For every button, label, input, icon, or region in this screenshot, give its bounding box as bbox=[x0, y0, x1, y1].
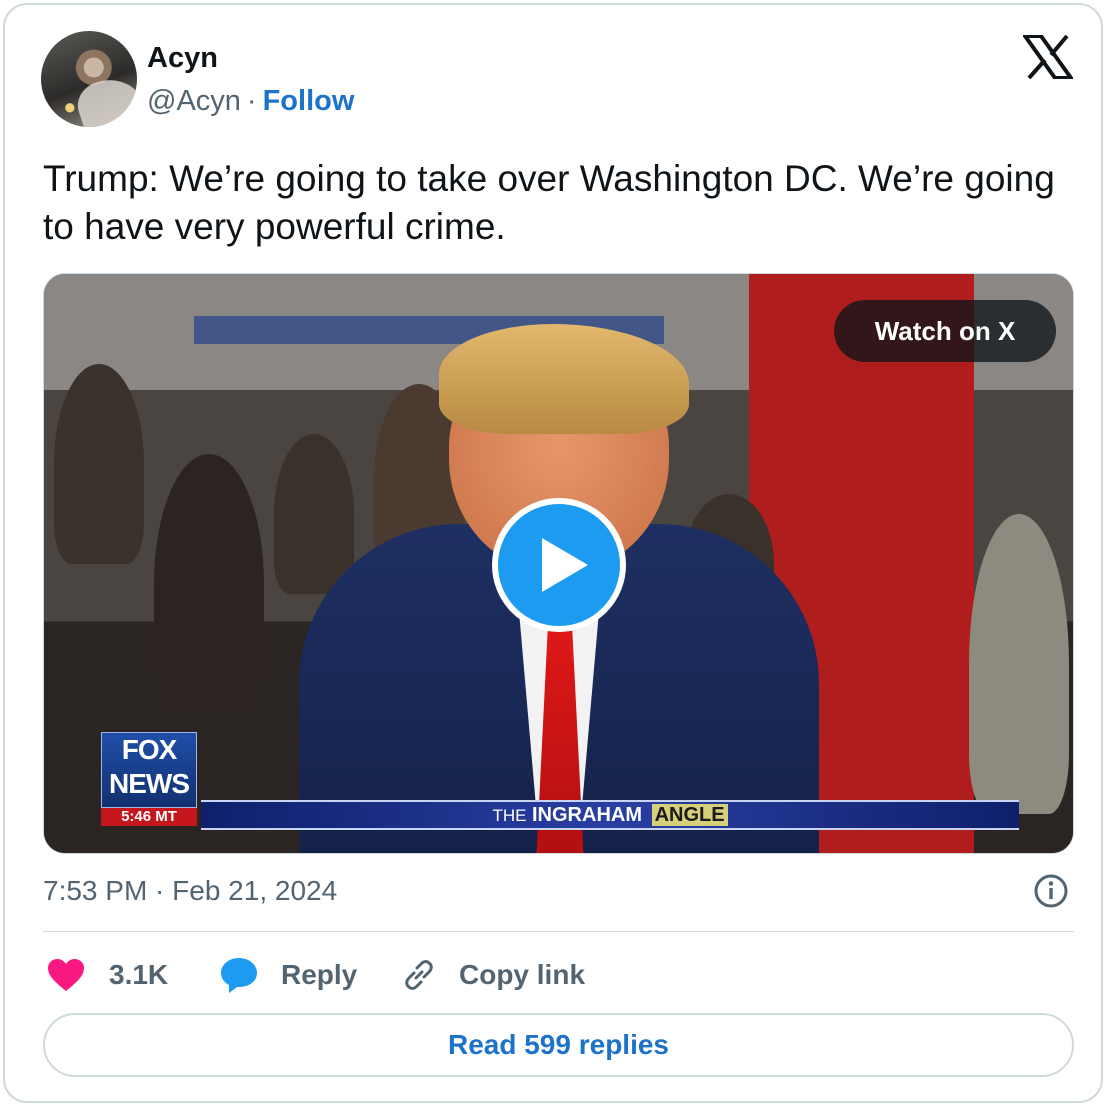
tweet-timestamp[interactable]: 7:53 PM · Feb 21, 2024 bbox=[43, 875, 337, 907]
author-handle-row: @Acyn · Follow bbox=[147, 85, 354, 118]
copy-link-label: Copy link bbox=[459, 959, 586, 990]
play-button[interactable] bbox=[492, 498, 626, 632]
fox-time: 5:46 MT bbox=[101, 808, 197, 826]
audience-member bbox=[54, 364, 144, 564]
watch-on-x-button[interactable]: Watch on X bbox=[834, 300, 1056, 362]
handle-separator: · bbox=[246, 85, 257, 117]
show-suffix: ANGLE bbox=[651, 804, 728, 826]
show-lower-third: THE INGRAHAM ANGLE bbox=[201, 800, 1019, 830]
heart-icon bbox=[48, 959, 84, 991]
copy-link-button[interactable]: Copy link bbox=[401, 953, 585, 997]
audience-member bbox=[154, 454, 264, 714]
author-name[interactable]: Acyn bbox=[147, 42, 218, 75]
read-replies-button[interactable]: Read 599 replies bbox=[43, 1013, 1074, 1077]
reply-button[interactable]: Reply bbox=[219, 953, 357, 997]
author-handle[interactable]: @Acyn bbox=[147, 85, 241, 117]
divider bbox=[43, 931, 1074, 932]
follow-button[interactable]: Follow bbox=[263, 85, 355, 117]
avatar[interactable] bbox=[41, 31, 137, 127]
video-media[interactable]: FOX NEWS 5:46 MT THE INGRAHAM ANGLE Watc… bbox=[43, 273, 1074, 854]
action-bar: 3.1K Reply Copy link bbox=[43, 953, 1074, 997]
reply-bubble-icon bbox=[221, 958, 257, 993]
fox-logo-line2: NEWS bbox=[109, 768, 190, 799]
play-icon bbox=[542, 538, 588, 592]
show-prefix: THE bbox=[492, 806, 527, 825]
show-name: INGRAHAM bbox=[532, 804, 642, 826]
info-icon[interactable] bbox=[1033, 873, 1069, 909]
tweet-text: Trump: We’re going to take over Washingt… bbox=[43, 158, 1055, 247]
reply-label: Reply bbox=[281, 959, 358, 990]
x-logo-icon[interactable] bbox=[1023, 35, 1073, 79]
like-count: 3.1K bbox=[109, 959, 169, 990]
fox-news-logo: FOX NEWS 5:46 MT bbox=[101, 732, 197, 828]
fox-logo-line1: FOX bbox=[121, 734, 178, 765]
audience-member bbox=[969, 514, 1069, 814]
tweet-card: Acyn @Acyn · Follow Trump: We’re going to … bbox=[3, 3, 1103, 1103]
like-button[interactable]: 3.1K bbox=[47, 953, 168, 997]
link-icon bbox=[405, 960, 433, 990]
